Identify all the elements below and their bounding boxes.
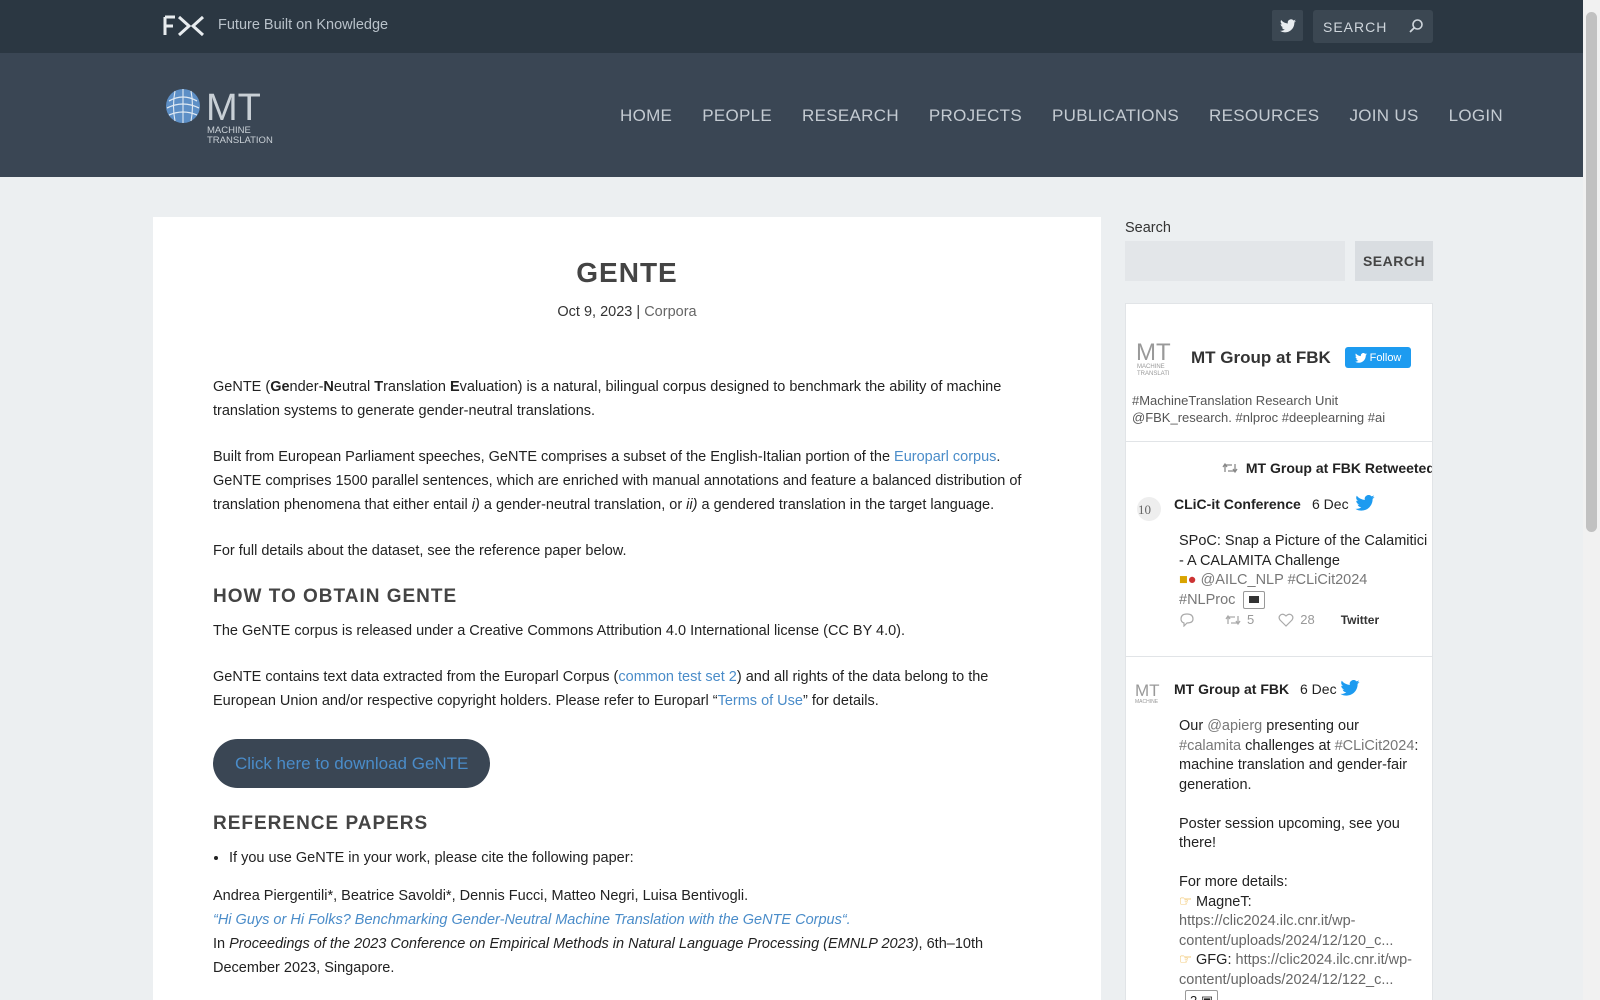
top-search-input[interactable] [1313, 10, 1403, 43]
retweet-icon[interactable] [1225, 614, 1241, 626]
tweet-source-link[interactable]: Twitter [1341, 613, 1379, 627]
top-search [1313, 10, 1433, 43]
twitter-bird-icon [1355, 495, 1375, 511]
url-link[interactable]: https://clic2024.ilc.cnr.it/wp-content/u… [1179, 913, 1393, 949]
nav-people[interactable]: PEOPLE [702, 106, 772, 126]
search-icon[interactable] [1408, 18, 1424, 34]
tweet-date[interactable]: 6 Dec [1300, 681, 1337, 697]
hashtag-link[interactable]: #calamita [1179, 738, 1241, 754]
twitter-icon [1279, 18, 1296, 32]
page-scrollbar[interactable] [1583, 0, 1600, 1000]
pointing-hand-icon: ☞ [1179, 893, 1192, 910]
citation-venue: In Proceedings of the 2023 Conference on… [213, 936, 984, 976]
retweet-notice: MT Group at FBK Retweeted [1222, 460, 1432, 476]
svg-text:MACHINE: MACHINE [1135, 699, 1159, 705]
citation-paper-link[interactable]: “Hi Guys or Hi Folks? Benchmarking Gende… [213, 912, 851, 928]
tweet-text: Our @apierg presenting our #calamita cha… [1179, 717, 1429, 1000]
image-icon[interactable] [1243, 590, 1266, 609]
top-bar: Future Built on Knowledge [0, 0, 1583, 53]
twitter-bird-icon [1340, 680, 1360, 696]
europarl-corpus-link[interactable]: Europarl corpus [894, 449, 996, 465]
nav-join-us[interactable]: JOIN US [1349, 106, 1418, 126]
rights-paragraph: GeNTE contains text data extracted from … [213, 669, 989, 709]
mt-logo-line2: TRANSLATION [207, 135, 273, 146]
pointing-hand-icon: ☞ [1179, 952, 1192, 968]
account-name[interactable]: MT Group at FBK [1191, 348, 1331, 368]
sidebar-search-input[interactable] [1125, 241, 1345, 281]
svg-text:TRANSLATI: TRANSLATI [1137, 371, 1170, 377]
post-date: Oct 9, 2023 [557, 304, 633, 320]
svg-text:10: 10 [1138, 502, 1151, 517]
account-avatar[interactable]: MT MACHINE TRANSLATI [1134, 334, 1174, 380]
image-count-badge[interactable]: 2 ▣ [1185, 990, 1219, 1000]
hashtag-link[interactable]: #CLiCit2024 [1288, 572, 1368, 588]
tweet-author[interactable]: CLiC-it Conference [1174, 496, 1301, 512]
nav-research[interactable]: RESEARCH [802, 106, 899, 126]
post-meta: Oct 9, 2023 | Corpora [153, 304, 1101, 320]
nav-projects[interactable]: PROJECTS [929, 106, 1022, 126]
mt-logo[interactable]: MT MACHINE TRANSLATION [164, 85, 274, 147]
twitter-profile-header: MT MACHINE TRANSLATI MT Group at FBK Fol… [1126, 304, 1432, 442]
license-paragraph: The GeNTE corpus is released under a Cre… [213, 623, 906, 639]
download-button[interactable]: Click here to download GeNTE [213, 739, 491, 788]
tweet-1[interactable]: 10 CLiC-it Conference 6 Dec SPoC: Snap a… [1126, 489, 1432, 639]
nav-resources[interactable]: RESOURCES [1209, 106, 1319, 126]
tweet-date[interactable]: 6 Dec [1312, 496, 1349, 512]
sidebar-search-label: Search [1125, 220, 1171, 236]
mention-link[interactable]: @AILC_NLP [1201, 572, 1284, 588]
clic-avatar: 10 [1137, 497, 1161, 521]
nav-home[interactable]: HOME [620, 106, 672, 126]
tweet-text: SPoC: Snap a Picture of the Calamitici -… [1179, 533, 1428, 609]
obtain-heading: HOW TO OBTAIN GENTE [213, 586, 458, 607]
scrollbar-thumb[interactable] [1586, 12, 1597, 532]
post-category-link[interactable]: Corpora [644, 304, 696, 320]
like-icon[interactable] [1278, 613, 1294, 627]
main-nav: HOME PEOPLE RESEARCH PROJECTS PUBLICATIO… [620, 106, 1503, 126]
post-card: GENTE Oct 9, 2023 | Corpora GeNTE (Gende… [153, 217, 1101, 1000]
svg-text:MT: MT [1136, 339, 1171, 366]
retweet-icon [1222, 462, 1238, 474]
hashtag-link[interactable]: #NLProc [1179, 592, 1235, 608]
tweet-divider [1126, 656, 1432, 657]
tweet-author[interactable]: MT Group at FBK [1174, 681, 1289, 697]
intro-paragraph: GeNTE (Gender-Neutral Translation Evalua… [213, 379, 1002, 419]
reference-heading: REFERENCE PAPERS [213, 813, 429, 834]
hashtag-link[interactable]: #CLiCit2024 [1335, 738, 1415, 754]
twitter-bird-icon [1354, 352, 1367, 363]
list-item: If you use GeNTE in your work, please ci… [229, 846, 1051, 870]
reply-icon[interactable] [1179, 612, 1195, 627]
description-paragraph: Built from European Parliament speeches,… [213, 449, 1022, 513]
post-title: GENTE [576, 257, 678, 288]
nav-login[interactable]: LOGIN [1449, 106, 1503, 126]
mt-logo-letters: MT [206, 87, 261, 129]
emoji-icons: ■ [1179, 572, 1188, 588]
citation-authors: Andrea Piergentili*, Beatrice Savoldi*, … [213, 888, 749, 904]
details-paragraph: For full details about the dataset, see … [213, 543, 627, 559]
mention-link[interactable]: @apierg [1207, 718, 1262, 734]
common-test-set-link[interactable]: common test set 2 [618, 669, 736, 685]
like-count: 28 [1300, 612, 1315, 627]
twitter-link-button[interactable] [1272, 10, 1303, 41]
svg-text:MACHINE: MACHINE [1137, 364, 1165, 370]
follow-button[interactable]: Follow [1345, 347, 1411, 368]
post-body: GeNTE (Gender-Neutral Translation Evalua… [213, 375, 1051, 980]
account-avatar-small: MTMACHINE [1135, 681, 1160, 705]
tweet-2[interactable]: MT MACHINE MT Group at FBK 6 Dec Our @api… [1126, 674, 1432, 1000]
retweet-count: 5 [1247, 612, 1255, 627]
citation: Andrea Piergentili*, Beatrice Savoldi*, … [213, 884, 1051, 980]
sidebar-search-button[interactable]: SEARCH [1355, 241, 1433, 281]
main-header: MT MACHINE TRANSLATION HOME PEOPLE RESEA… [0, 53, 1583, 177]
tweet-actions: 5 28 Twitter [1179, 612, 1379, 627]
account-bio: #MachineTranslation Research Unit @FBK_r… [1132, 393, 1386, 425]
meta-separator: | [636, 304, 641, 320]
terms-of-use-link[interactable]: Terms of Use [718, 693, 803, 709]
svg-text:MT: MT [1135, 681, 1160, 700]
twitter-timeline[interactable]: MT MACHINE TRANSLATI MT Group at FBK Fol… [1125, 303, 1433, 1000]
site-tagline: Future Built on Knowledge [218, 17, 389, 33]
fbk-logo[interactable] [163, 15, 205, 37]
reference-list: If you use GeNTE in your work, please ci… [229, 846, 1051, 870]
nav-publications[interactable]: PUBLICATIONS [1052, 106, 1179, 126]
